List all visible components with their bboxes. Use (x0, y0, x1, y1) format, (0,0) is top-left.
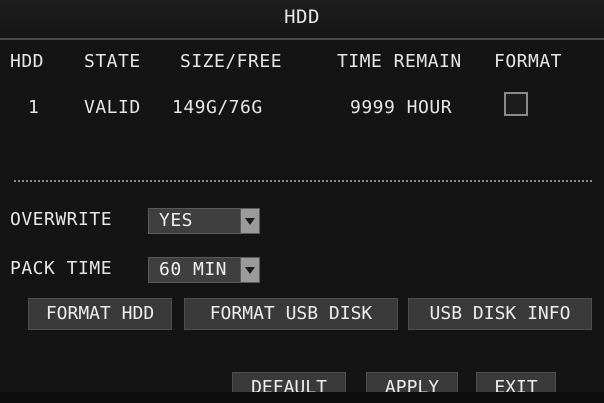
usb-disk-info-button[interactable]: USB DISK INFO (408, 298, 592, 330)
header-state: STATE (84, 51, 141, 72)
hdd-settings-screen: HDD HDD STATE SIZE/FREE TIME REMAIN FORM… (0, 0, 604, 403)
overwrite-select[interactable]: YES (148, 208, 260, 234)
overwrite-label: OVERWRITE (10, 209, 113, 230)
format-usb-disk-button[interactable]: FORMAT USB DISK (184, 298, 398, 330)
pack-time-value: 60 MIN (159, 259, 228, 280)
cell-size-free: 149G/76G (172, 97, 263, 118)
header-format: FORMAT (494, 51, 563, 72)
title-bar: HDD (0, 0, 604, 40)
pack-time-label: PACK TIME (10, 258, 113, 279)
overwrite-value: YES (159, 210, 194, 231)
format-checkbox[interactable] (504, 92, 528, 116)
header-time-remain: TIME REMAIN (337, 51, 462, 72)
cell-state: VALID (84, 97, 141, 118)
window-title: HDD (284, 6, 320, 28)
section-divider (14, 180, 592, 182)
bottom-strip (0, 392, 604, 403)
cell-time-remain: 9999 HOUR (350, 97, 453, 118)
chevron-down-icon[interactable] (240, 258, 259, 282)
pack-time-select[interactable]: 60 MIN (148, 257, 260, 283)
format-hdd-button[interactable]: FORMAT HDD (28, 298, 172, 330)
chevron-down-icon[interactable] (240, 209, 259, 233)
header-size-free: SIZE/FREE (180, 51, 283, 72)
header-hdd: HDD (10, 51, 45, 72)
cell-hdd-number: 1 (28, 97, 40, 118)
